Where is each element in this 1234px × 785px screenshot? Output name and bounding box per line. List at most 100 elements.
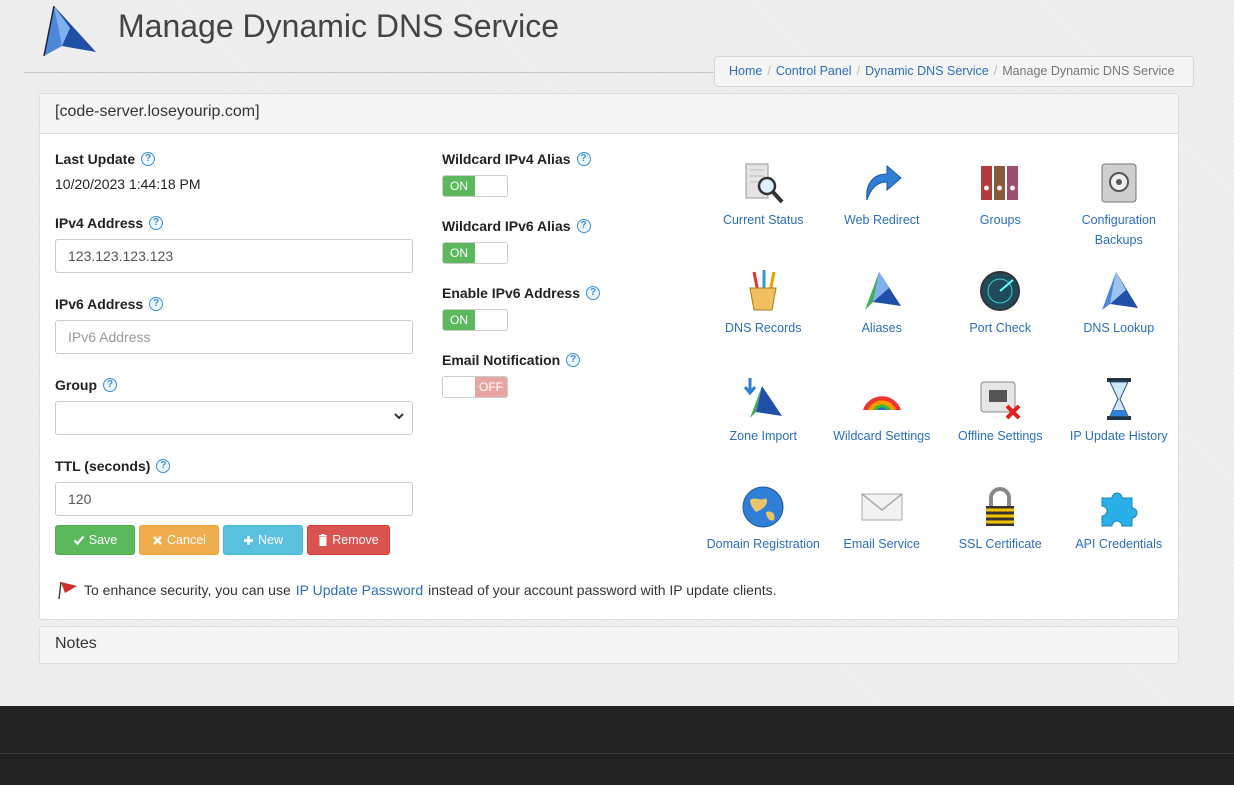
trash-icon [319, 534, 328, 546]
ttl-label-text: TTL (seconds) [55, 458, 151, 474]
notice-text-before: To enhance security, you can use [84, 582, 291, 598]
toggle-on-state: ON [443, 176, 475, 196]
help-icon[interactable]: ? [576, 152, 591, 166]
port-check-icon [980, 271, 1021, 311]
sail-logo-icon [43, 5, 96, 57]
tool-label: Offline Settings [957, 429, 1043, 443]
breadcrumb-home[interactable]: Home [729, 64, 762, 78]
last-update-label: Last Update ? [55, 150, 413, 168]
notice-text-after: instead of your account password with IP… [428, 582, 777, 598]
tool-aliases[interactable]: Aliases [823, 268, 942, 376]
tool-configuration-backups[interactable]: Configuration Backups [1060, 160, 1179, 268]
puzzle-icon [1101, 492, 1138, 527]
ipv6-input[interactable] [55, 320, 413, 354]
group-label-text: Group [55, 377, 97, 393]
group-select[interactable] [55, 401, 413, 435]
help-icon[interactable]: ? [149, 297, 164, 311]
tool-email-service[interactable]: Email Service [823, 484, 942, 592]
close-icon [153, 535, 162, 545]
group-label: Group ? [55, 376, 413, 394]
tool-label: Domain Registration [706, 537, 820, 551]
toggle-knob [475, 310, 507, 330]
tool-label: Configuration Backups [1081, 213, 1156, 247]
help-icon[interactable]: ? [103, 378, 117, 392]
ttl-label: TTL (seconds) ? [55, 457, 413, 475]
tool-wildcard-settings[interactable]: Wildcard Settings [823, 376, 942, 484]
security-notice: To enhance security, you can use IP Upda… [57, 580, 777, 600]
email-notification-toggle[interactable]: OFF [442, 376, 508, 398]
enable-ipv6-label-text: Enable IPv6 Address [442, 285, 580, 301]
tool-web-redirect[interactable]: Web Redirect [823, 160, 942, 268]
breadcrumb-separator: / [767, 64, 771, 78]
enable-ipv6-group: Enable IPv6 Address ? ON [442, 284, 702, 351]
page-footer [0, 706, 1234, 785]
breadcrumb-separator: / [856, 64, 861, 78]
chevron-down-icon [394, 413, 404, 420]
toggle-on-state: ON [443, 310, 475, 330]
tool-dns-records[interactable]: DNS Records [704, 268, 823, 376]
breadcrumb-control-panel[interactable]: Control Panel [776, 64, 852, 78]
tool-label: DNS Records [725, 321, 802, 335]
envelope-icon [861, 493, 903, 521]
tool-label: IP Update History [1069, 429, 1168, 443]
tool-domain-registration[interactable]: Domain Registration [704, 484, 823, 592]
breadcrumb-separator: / [993, 64, 998, 78]
remove-button[interactable]: Remove [307, 525, 390, 555]
cancel-button[interactable]: Cancel [139, 525, 219, 555]
lock-icon [986, 487, 1015, 526]
breadcrumb-current: Manage Dynamic DNS Service [1002, 64, 1175, 78]
tool-label: Web Redirect [844, 213, 920, 227]
zone-import-icon [744, 378, 783, 418]
tool-zone-import[interactable]: Zone Import [704, 376, 823, 484]
tool-ip-update-history[interactable]: IP Update History [1060, 376, 1179, 484]
wildcard-ipv4-toggle[interactable]: ON [442, 175, 508, 197]
help-icon[interactable]: ? [149, 216, 164, 230]
help-icon[interactable]: ? [141, 152, 156, 166]
tool-label: Aliases [861, 321, 902, 335]
tool-dns-lookup[interactable]: DNS Lookup [1060, 268, 1179, 376]
email-notification-label: Email Notification ? [442, 351, 702, 369]
last-update-value: 10/20/2023 1:44:18 PM [55, 176, 201, 192]
wildcard-ipv6-group: Wildcard IPv6 Alias ? ON [442, 217, 702, 284]
help-icon[interactable]: ? [566, 353, 581, 367]
ttl-input[interactable] [55, 482, 413, 516]
notes-title: Notes [55, 635, 97, 652]
wildcard-ipv4-label: Wildcard IPv4 Alias ? [442, 150, 702, 168]
new-button[interactable]: New [223, 525, 303, 555]
dns-records-icon [749, 270, 777, 311]
globe-icon [742, 486, 784, 528]
host-form: Last Update ? 10/20/2023 1:44:18 PM IPv4… [55, 150, 413, 516]
ipv4-input[interactable] [55, 239, 413, 273]
remove-button-label: Remove [332, 533, 379, 547]
help-icon[interactable]: ? [156, 459, 171, 473]
help-icon[interactable]: ? [576, 219, 591, 233]
enable-ipv6-toggle[interactable]: ON [442, 309, 508, 331]
wildcard-ipv6-toggle[interactable]: ON [442, 242, 508, 264]
breadcrumb-dynamic-dns-service[interactable]: Dynamic DNS Service [865, 64, 989, 78]
web-redirect-icon [865, 164, 902, 201]
save-button[interactable]: Save [55, 525, 135, 555]
enable-ipv6-label: Enable IPv6 Address ? [442, 284, 702, 302]
tool-ssl-certificate[interactable]: SSL Certificate [941, 484, 1060, 592]
help-icon[interactable]: ? [585, 286, 600, 300]
ip-update-password-link[interactable]: IP Update Password [296, 582, 423, 598]
tool-api-credentials[interactable]: API Credentials [1060, 484, 1179, 592]
tool-offline-settings[interactable]: Offline Settings [941, 376, 1060, 484]
tool-groups[interactable]: Groups [941, 160, 1060, 268]
tool-current-status[interactable]: Current Status [704, 160, 823, 268]
tool-label: Groups [979, 213, 1021, 227]
dns-lookup-icon [1101, 272, 1138, 310]
notes-panel[interactable]: Notes [39, 626, 1179, 664]
plus-icon [243, 535, 253, 545]
tool-label: Zone Import [729, 429, 797, 443]
header-divider [24, 72, 724, 73]
toggle-knob [475, 176, 507, 196]
tool-port-check[interactable]: Port Check [941, 268, 1060, 376]
toggle-knob [443, 377, 475, 397]
configuration-backups-icon [1101, 163, 1137, 203]
tool-label: Email Service [843, 537, 920, 551]
email-notification-group: Email Notification ? OFF [442, 351, 702, 418]
aliases-icon [864, 272, 901, 310]
wildcard-settings-icon [862, 396, 901, 410]
check-icon [73, 535, 85, 546]
